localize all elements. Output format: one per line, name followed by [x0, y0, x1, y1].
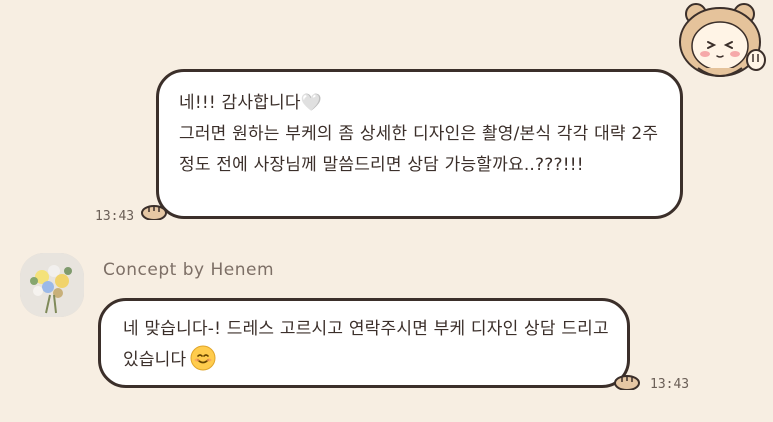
incoming-message-time: 13:43: [650, 377, 690, 392]
outgoing-message-text: 네!!! 감사합니다🤍 그러면 원하는 부케의 좀 상세한 디자인은 촬영/본식…: [179, 93, 659, 175]
paw-icon: [141, 205, 167, 220]
outgoing-message-bubble[interactable]: 네!!! 감사합니다🤍 그러면 원하는 부케의 좀 상세한 디자인은 촬영/본식…: [156, 69, 683, 219]
smiling-face-icon: [190, 345, 216, 382]
sender-avatar[interactable]: [20, 253, 84, 317]
bear-character-sticker-icon: [674, 2, 770, 80]
incoming-message-bubble[interactable]: 네 맞습니다-! 드레스 고르시고 연락주시면 부케 디자인 상담 드리고있습니…: [98, 298, 630, 388]
incoming-message-line: 네 맞습니다-! 드레스 고르시고 연락주시면 부케 디자인 상담 드리고있습니…: [123, 314, 613, 382]
paw-icon: [614, 375, 640, 390]
sender-name: Concept by Henem: [103, 260, 275, 280]
outgoing-message-time: 13:43: [95, 209, 135, 224]
flower-bouquet-icon: [20, 253, 84, 317]
